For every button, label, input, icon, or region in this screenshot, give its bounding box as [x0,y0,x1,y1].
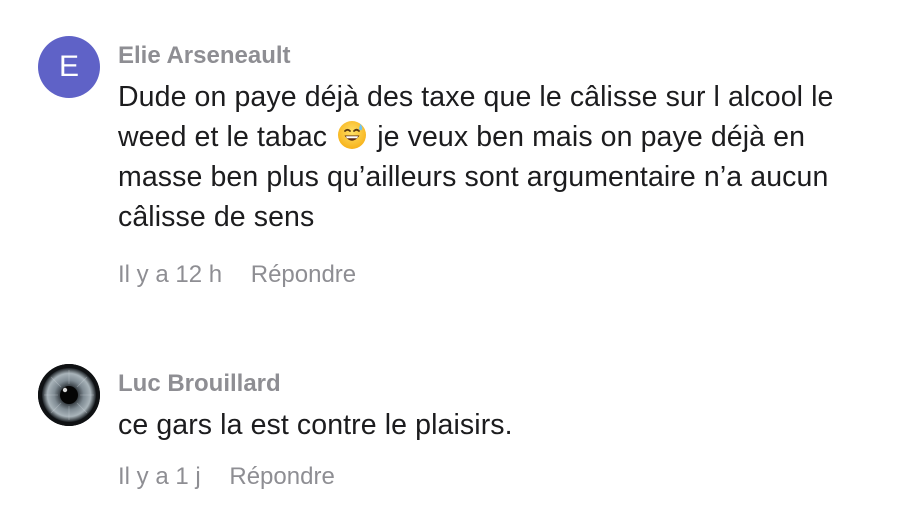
grinning-face-with-sweat-icon [337,120,367,150]
comment-body: Elie Arseneault Dude on paye déjà des ta… [118,36,888,291]
comment-author[interactable]: Elie Arseneault [118,38,888,74]
comment-text: ce gars la est contre le plaisirs. [118,409,513,441]
comment-body: Luc Brouillard ce gars la est contre le … [118,364,888,493]
comment-meta: Il y a 1 j Répondre [118,461,888,493]
comment-author[interactable]: Luc Brouillard [118,366,888,402]
comment-meta: Il y a 12 h Répondre [118,259,888,291]
eye-iris-photo-icon [38,364,100,426]
avatar[interactable] [38,364,100,426]
comment-timestamp: Il y a 1 j [118,463,201,490]
reply-button[interactable]: Répondre [251,261,356,288]
avatar-initial: E [58,50,79,83]
comment-timestamp: Il y a 12 h [118,261,223,288]
comment-text: Dude on paye déjà des taxe que le câliss… [118,77,888,237]
avatar[interactable]: E [38,36,100,98]
reply-button[interactable]: Répondre [229,463,334,490]
